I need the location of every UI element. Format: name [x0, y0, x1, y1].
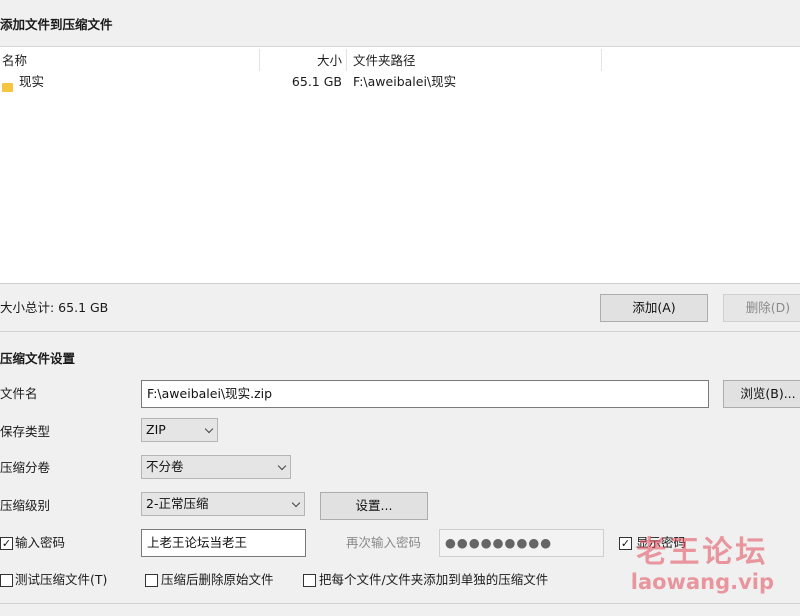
file-row[interactable]: 现实 65.1 GB F:\aweibalei\现实	[0, 71, 800, 93]
split-volume-value: 不分卷	[146, 459, 184, 474]
password-checkbox-label[interactable]: 输入密码	[15, 534, 65, 552]
total-size-label: 大小总计: 65.1 GB	[0, 300, 109, 315]
compression-level-value: 2-正常压缩	[146, 496, 209, 511]
separate-archives-label[interactable]: 把每个文件/文件夹添加到单独的压缩文件	[319, 571, 548, 589]
compression-level-select[interactable]: 2-正常压缩	[141, 492, 305, 516]
add-button[interactable]: 添加(A)	[600, 294, 708, 322]
reenter-password-input[interactable]: ●●●●●●●●●	[439, 529, 604, 557]
show-password-label[interactable]: 显示密码	[636, 534, 686, 552]
delete-button[interactable]: 删除(D)	[723, 294, 800, 322]
password-input[interactable]: 上老王论坛当老王	[141, 529, 306, 557]
delete-after-label[interactable]: 压缩后删除原始文件	[161, 571, 274, 589]
column-header-path[interactable]: 文件夹路径	[353, 50, 416, 72]
chevron-down-icon	[277, 461, 287, 471]
section-divider	[0, 331, 800, 332]
browse-button[interactable]: 浏览(B)...	[723, 380, 800, 408]
split-volume-select[interactable]: 不分卷	[141, 455, 291, 479]
column-separator[interactable]	[346, 49, 347, 71]
show-password-checkbox[interactable]: ✓	[619, 537, 632, 550]
column-header-name[interactable]: 名称	[2, 50, 27, 72]
chevron-down-icon	[204, 424, 214, 434]
compression-settings-button[interactable]: 设置...	[320, 492, 428, 520]
archive-type-value: ZIP	[146, 422, 166, 437]
column-separator[interactable]	[601, 49, 602, 71]
column-header-size[interactable]: 大小	[260, 50, 342, 72]
file-row-path: F:\aweibalei\现实	[353, 74, 457, 89]
folder-icon	[2, 77, 13, 99]
password-checkbox[interactable]: ✓	[0, 537, 13, 550]
file-list[interactable]: 名称 大小 文件夹路径 现实 65.1 GB F:\aweibalei\现实	[0, 46, 800, 284]
test-archive-checkbox[interactable]	[0, 574, 13, 587]
split-volume-label: 压缩分卷	[0, 460, 51, 475]
file-row-size: 65.1 GB	[291, 74, 342, 89]
bottom-divider	[0, 603, 800, 604]
file-row-name: 现实	[19, 74, 45, 89]
compression-level-label: 压缩级别	[0, 498, 51, 513]
test-archive-label[interactable]: 测试压缩文件(T)	[15, 571, 107, 589]
filename-input[interactable]: F:\aweibalei\现实.zip	[141, 380, 709, 408]
filename-label: 文件名	[0, 386, 38, 401]
archive-type-select[interactable]: ZIP	[141, 418, 218, 442]
separate-archives-checkbox[interactable]	[303, 574, 316, 587]
watermark-text-en: laowang.vip	[630, 570, 774, 594]
chevron-down-icon	[291, 498, 301, 508]
archive-type-label: 保存类型	[0, 424, 51, 439]
reenter-password-label: 再次输入密码	[346, 535, 422, 550]
delete-after-checkbox[interactable]	[145, 574, 158, 587]
add-files-section-title: 添加文件到压缩文件	[0, 17, 113, 32]
archive-settings-title: 压缩文件设置	[0, 351, 76, 366]
